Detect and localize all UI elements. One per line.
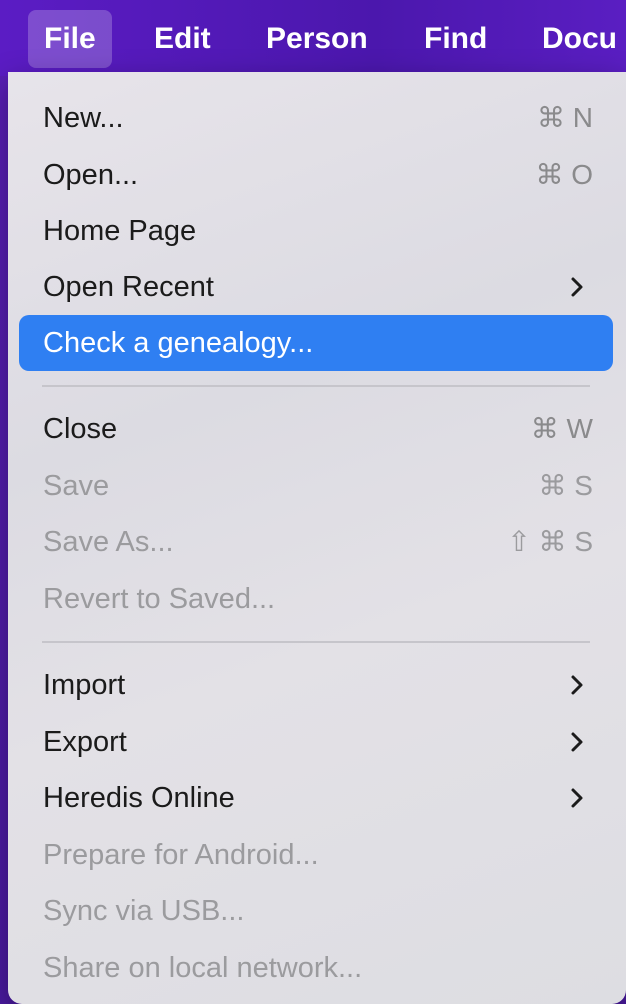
menu-item-label: Save As...: [43, 526, 174, 558]
shortcut-label: ⌘ W: [530, 413, 593, 444]
shortcut-label: ⌘ N: [537, 102, 593, 133]
menu-item-open-recent[interactable]: Open Recent: [19, 259, 613, 315]
menu-item-label: Share on local network...: [43, 952, 363, 984]
menu-item-save[interactable]: Save ⌘ S: [19, 458, 613, 514]
menubar-documents[interactable]: Docu: [526, 10, 626, 68]
chevron-right-icon: [571, 277, 583, 297]
menu-item-check-genealogy[interactable]: Check a genealogy...: [19, 315, 613, 371]
chevron-right-icon: [571, 675, 583, 695]
menubar-edit[interactable]: Edit: [138, 10, 227, 68]
menu-separator: [42, 385, 590, 387]
menu-item-save-as[interactable]: Save As... ⇧ ⌘ S: [19, 514, 613, 570]
menu-item-label: Prepare for Android...: [43, 839, 319, 871]
menu-item-label: New...: [43, 102, 124, 134]
menu-item-heredis-online[interactable]: Heredis Online: [19, 770, 613, 826]
menu-item-label: Home Page: [43, 215, 197, 247]
menu-item-label: Open Recent: [43, 271, 214, 303]
menu-item-label: Export: [43, 726, 127, 758]
menu-item-revert-to-saved[interactable]: Revert to Saved...: [19, 571, 613, 627]
menu-item-label: Sync via USB...: [43, 895, 245, 927]
menu-item-open[interactable]: Open... ⌘ O: [19, 147, 613, 203]
menu-item-import[interactable]: Import: [19, 657, 613, 713]
menu-item-label: Save: [43, 470, 110, 502]
menubar-find[interactable]: Find: [408, 10, 503, 68]
menu-separator: [42, 641, 590, 643]
menu-item-new[interactable]: New... ⌘ N: [19, 90, 613, 146]
menu-item-export[interactable]: Export: [19, 714, 613, 770]
menu-item-sync-via-usb[interactable]: Sync via USB...: [19, 883, 613, 939]
menu-item-label: Heredis Online: [43, 782, 235, 814]
shortcut-label: ⇧ ⌘ S: [507, 526, 593, 557]
shortcut-label: ⌘ S: [538, 470, 593, 501]
menu-item-share-on-local-network[interactable]: Share on local network...: [19, 940, 613, 996]
menu-item-home-page[interactable]: Home Page: [19, 203, 613, 259]
menu-item-label: Check a genealogy...: [43, 327, 314, 359]
menu-item-label: Open...: [43, 159, 139, 191]
menubar-file[interactable]: File: [28, 10, 112, 68]
menu-item-label: Import: [43, 669, 126, 701]
menu-bar: File Edit Person Find Docu: [0, 0, 626, 76]
shortcut-label: ⌘ O: [535, 159, 593, 190]
menu-item-label: Revert to Saved...: [43, 583, 276, 615]
menubar-person[interactable]: Person: [250, 10, 384, 68]
chevron-right-icon: [571, 732, 583, 752]
menu-item-close[interactable]: Close ⌘ W: [19, 401, 613, 457]
menu-item-prepare-for-android[interactable]: Prepare for Android...: [19, 827, 613, 883]
menu-item-label: Close: [43, 413, 118, 445]
chevron-right-icon: [571, 788, 583, 808]
file-menu: New... ⌘ N Open... ⌘ O Home Page Open Re…: [8, 72, 626, 1004]
